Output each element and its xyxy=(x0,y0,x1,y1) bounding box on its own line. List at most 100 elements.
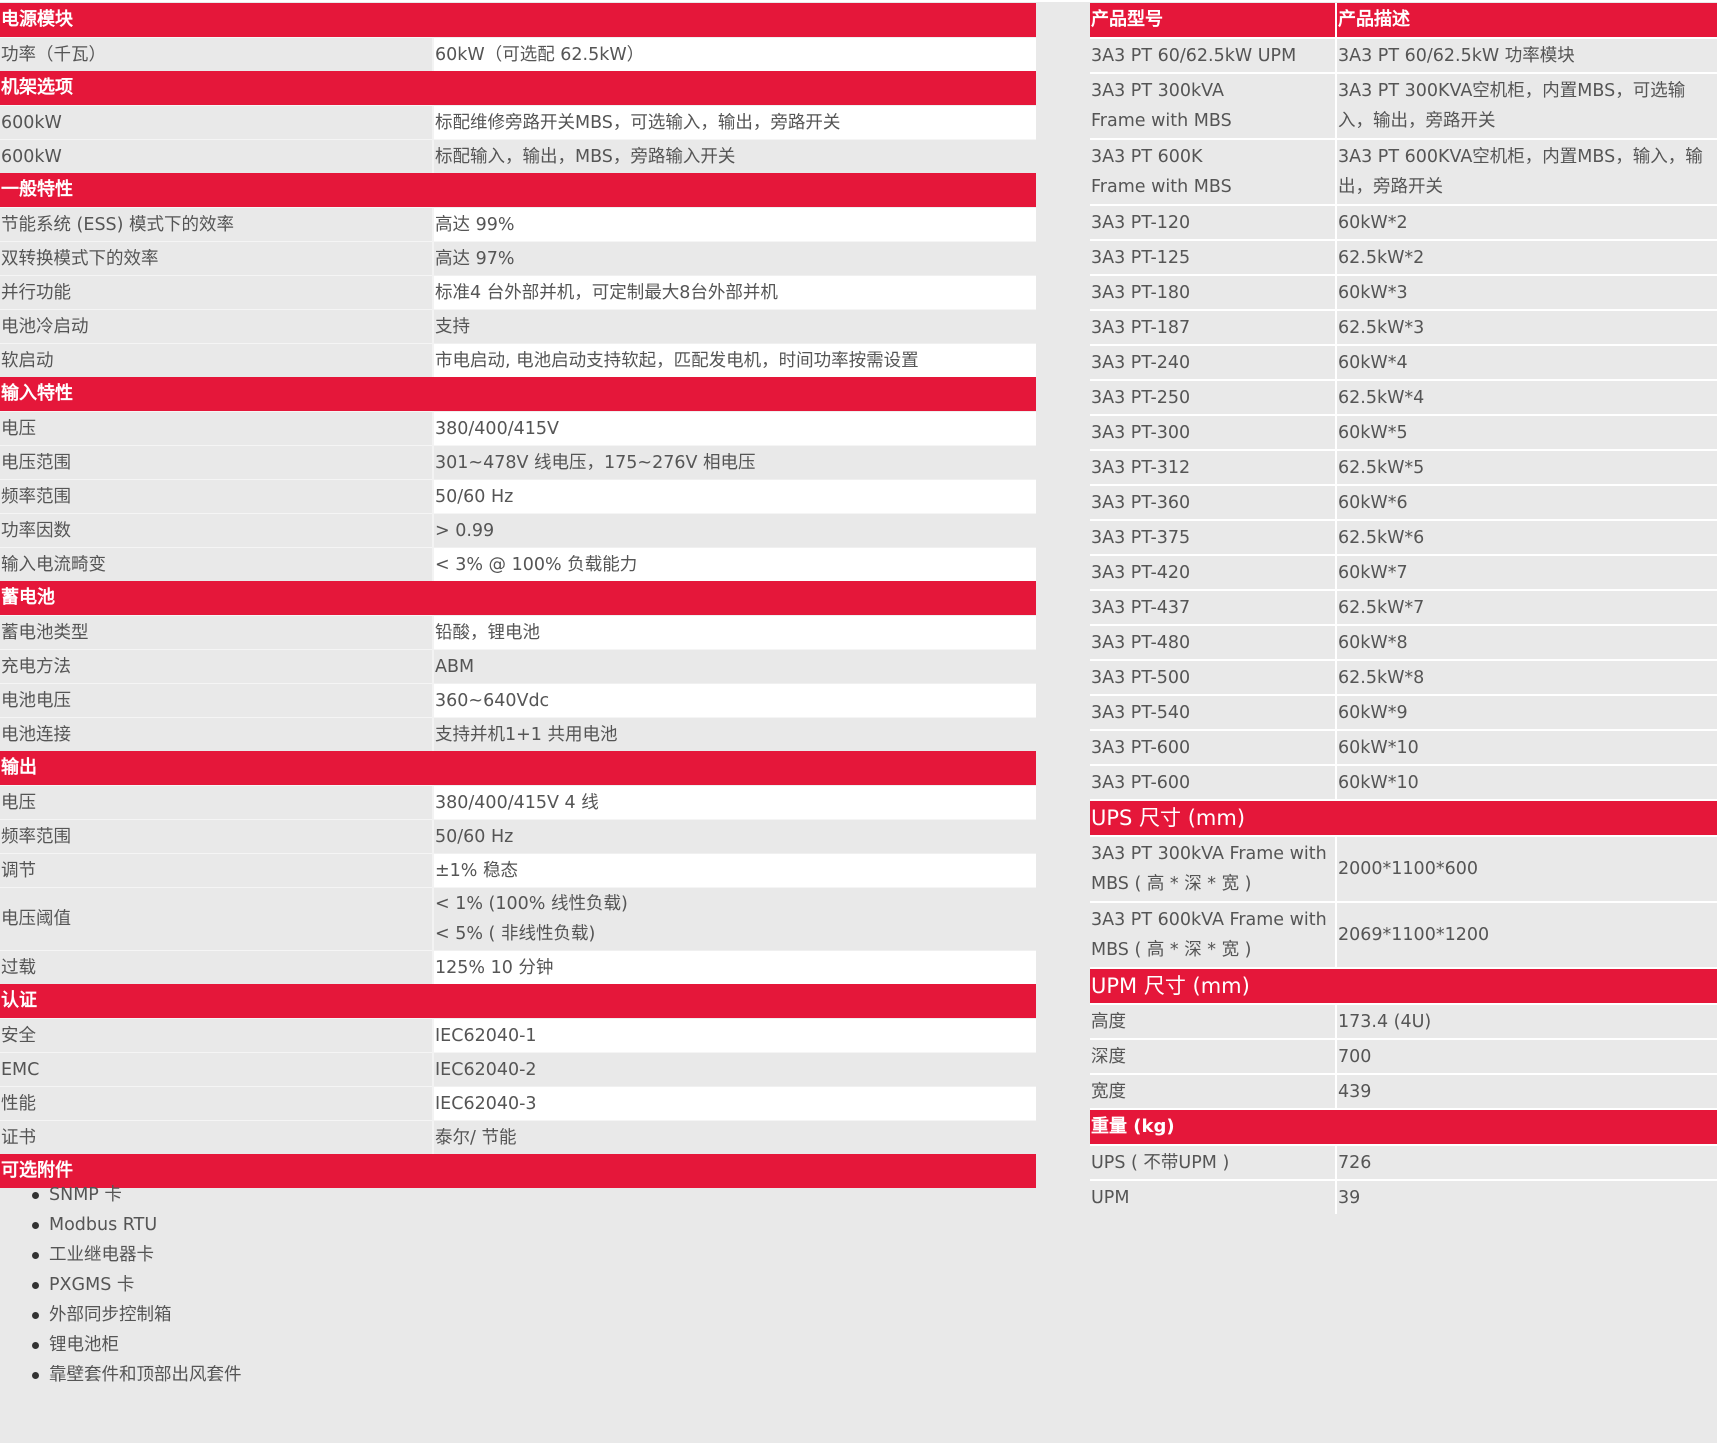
table-row: 宽度 439 xyxy=(1090,1073,1717,1109)
accessory-label: PXGMS 卡 xyxy=(49,1275,135,1295)
section-title: 电源模块 xyxy=(0,3,1036,38)
table-row: 600kW 标配维修旁路开关MBS，可选输入，输出，旁路开关 xyxy=(0,105,1036,140)
bullet-icon xyxy=(32,1372,39,1379)
table-row: 性能 IEC62040-3 xyxy=(0,1086,1036,1121)
spec-label: 3A3 PT-600 xyxy=(1090,729,1336,765)
spec-label: EMC xyxy=(0,1052,433,1087)
spec-label: 3A3 PT 300kVA Frame with MBS ( 高 * 深 * 宽 … xyxy=(1090,835,1336,902)
spec-value: 高达 99% xyxy=(432,207,1036,242)
spec-label: 3A3 PT-312 xyxy=(1090,449,1336,485)
spec-label: 证书 xyxy=(0,1120,433,1154)
spec-value: 50/60 Hz xyxy=(432,819,1036,854)
table-row: 电压范围 301~478V 线电压，175~276V 相电压 xyxy=(0,445,1036,480)
spec-value: 60kW*2 xyxy=(1335,204,1717,240)
column-header-description: 产品描述 xyxy=(1335,3,1717,38)
table-row: 电压阈值 < 1% (100% 线性负载) < 5% ( 非线性负载) xyxy=(0,887,1036,951)
spec-label: 3A3 PT-125 xyxy=(1090,239,1336,275)
accessory-label: 锂电池柜 xyxy=(49,1335,119,1355)
spec-label: UPM xyxy=(1090,1179,1336,1214)
spec-label: 3A3 PT 60/62.5kW UPM xyxy=(1090,37,1336,73)
spec-label: 调节 xyxy=(0,853,433,888)
table-row: 双转换模式下的效率 高达 97% xyxy=(0,241,1036,276)
bullet-icon xyxy=(32,1192,39,1199)
spec-value: 62.5kW*5 xyxy=(1335,449,1717,485)
spec-label: 3A3 PT-420 xyxy=(1090,554,1336,590)
spec-label: 600kW xyxy=(0,105,433,140)
spec-label: 3A3 PT-437 xyxy=(1090,589,1336,625)
spec-label-line2: Frame with MBS xyxy=(1091,177,1232,197)
accessory-list: SNMP 卡 Modbus RTU 工业继电器卡 PXGMS 卡外部同步控制箱锂电池柜… xyxy=(0,1180,242,1390)
spec-label: 3A3 PT-480 xyxy=(1090,624,1336,660)
table-row: 频率范围 50/60 Hz xyxy=(0,819,1036,854)
table-row: 蓄电池类型 铅酸，锂电池 xyxy=(0,615,1036,650)
table-row: EMC IEC62040-2 xyxy=(0,1052,1036,1087)
spec-value: IEC62040-3 xyxy=(432,1086,1036,1121)
table-row: UPS ( 不带UPM ) 726 xyxy=(1090,1144,1717,1180)
spec-label: 并行功能 xyxy=(0,275,433,310)
table-row: 3A3 PT 300kVA Frame with MBS 3A3 PT 300KVA… xyxy=(1090,72,1717,139)
section-header: UPM 尺寸 (mm) xyxy=(1090,967,1717,1004)
spec-value: 173.4 (4U) xyxy=(1335,1003,1717,1039)
spec-value: 125% 10 分钟 xyxy=(432,950,1036,984)
table-row: 3A3 PT-360 60kW*6 xyxy=(1090,484,1717,520)
spec-value: 62.5kW*2 xyxy=(1335,239,1717,275)
section-header: 输入特性 xyxy=(0,377,1036,412)
section-title: 机架选项 xyxy=(0,71,1036,106)
table-row: 电池电压 360~640Vdc xyxy=(0,683,1036,718)
spec-table-left: 电源模块 功率（千瓦） 60kW（可选配 62.5kW） 机架选项 600kW 标配维修旁… xyxy=(0,3,1036,1188)
section-title: 重量 (kg) xyxy=(1090,1108,1717,1145)
table-row: 3A3 PT 600K Frame with MBS 3A3 PT 600KVA空机… xyxy=(1090,138,1717,205)
spec-label-line1: 3A3 PT 600K xyxy=(1091,147,1203,167)
spec-label: 3A3 PT 600kVA Frame with MBS ( 高 * 深 * 宽 … xyxy=(1090,901,1336,968)
section-header: UPS 尺寸 (mm) xyxy=(1090,799,1717,836)
table-row: 节能系统 (ESS) 模式下的效率 高达 99% xyxy=(0,207,1036,242)
spec-value: 铅酸，锂电池 xyxy=(432,615,1036,650)
table-row: 3A3 PT-420 60kW*7 xyxy=(1090,554,1717,590)
spec-label: 3A3 PT-600 xyxy=(1090,764,1336,800)
table-row: 过载 125% 10 分钟 xyxy=(0,950,1036,984)
spec-value-line1: < 1% (100% 线性负载) xyxy=(435,894,628,914)
spec-label: 电压 xyxy=(0,785,433,820)
accessory-item: 锂电池柜 xyxy=(32,1330,242,1360)
bullet-icon xyxy=(32,1342,39,1349)
section-header: 蓄电池 xyxy=(0,581,1036,616)
spec-value: 支持并机1+1 共用电池 xyxy=(432,717,1036,751)
accessory-label: 靠壁套件和顶部出风套件 xyxy=(49,1365,242,1385)
table-row: 电池连接 支持并机1+1 共用电池 xyxy=(0,717,1036,751)
accessory-item: Modbus RTU xyxy=(32,1210,242,1240)
table-row: 3A3 PT-480 60kW*8 xyxy=(1090,624,1717,660)
spec-value: IEC62040-1 xyxy=(432,1018,1036,1053)
spec-label: 功率因数 xyxy=(0,513,433,548)
column-header-model: 产品型号 xyxy=(1090,3,1336,38)
section-title: 输入特性 xyxy=(0,377,1036,412)
accessory-item: SNMP 卡 xyxy=(32,1180,242,1210)
spec-value: 60kW*3 xyxy=(1335,274,1717,310)
table-row: 充电方法 ABM xyxy=(0,649,1036,684)
table-row: 3A3 PT-120 60kW*2 xyxy=(1090,204,1717,240)
section-title: 一般特性 xyxy=(0,173,1036,208)
section-header: 机架选项 xyxy=(0,71,1036,106)
spec-value: 380/400/415V 4 线 xyxy=(432,785,1036,820)
spec-value-line2: 出，旁路开关 xyxy=(1338,177,1443,197)
spec-label: 3A3 PT-300 xyxy=(1090,414,1336,450)
spec-value: 60kW*10 xyxy=(1335,729,1717,765)
section-title: 输出 xyxy=(0,751,1036,786)
spec-value: 标准4 台外部并机，可定制最大8台外部并机 xyxy=(432,275,1036,310)
spec-value: 3A3 PT 300KVA空机柜，内置MBS，可选输 入，输出，旁路开关 xyxy=(1335,72,1717,139)
table-row: 3A3 PT 60/62.5kW UPM 3A3 PT 60/62.5kW 功率模… xyxy=(1090,37,1717,73)
spec-label: 频率范围 xyxy=(0,479,433,514)
section-header: 输出 xyxy=(0,751,1036,786)
spec-value: 60kW*4 xyxy=(1335,344,1717,380)
spec-label: 3A3 PT-360 xyxy=(1090,484,1336,520)
table-row: 3A3 PT 300kVA Frame with MBS ( 高 * 深 * 宽 … xyxy=(1090,835,1717,902)
spec-label: 电池电压 xyxy=(0,683,433,718)
spec-label: 3A3 PT-187 xyxy=(1090,309,1336,345)
top-divider xyxy=(0,0,1717,2)
spec-label: 宽度 xyxy=(1090,1073,1336,1109)
accessory-item: 工业继电器卡 xyxy=(32,1240,242,1270)
table-row: 600kW 标配输入，输出，MBS，旁路输入开关 xyxy=(0,139,1036,173)
spec-label: 电池连接 xyxy=(0,717,433,751)
table-row: 电池冷启动 支持 xyxy=(0,309,1036,344)
accessory-item: 外部同步控制箱 xyxy=(32,1300,242,1330)
spec-label: 双转换模式下的效率 xyxy=(0,241,433,276)
